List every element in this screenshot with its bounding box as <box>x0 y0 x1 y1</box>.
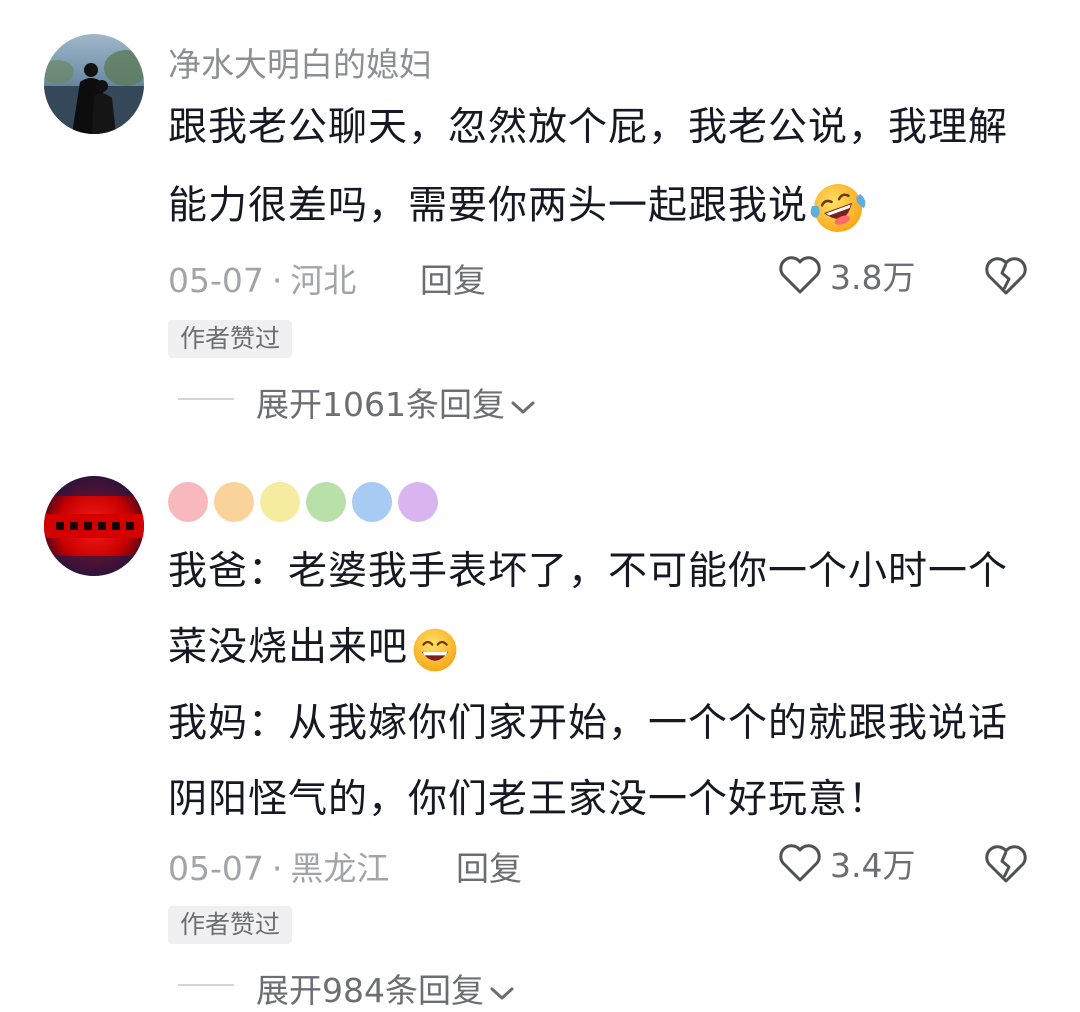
color-dot <box>260 482 300 522</box>
color-dot <box>352 482 392 522</box>
comment-text-line: 菜没烧出来吧 <box>168 624 460 675</box>
color-dot <box>306 482 346 522</box>
comment-location: 河北 <box>290 261 357 300</box>
meta-separator: · <box>271 849 283 888</box>
expand-replies-button[interactable]: 展开1061条回复 <box>256 378 537 426</box>
comment-text-line: 能力很差吗，需要你两头一起跟我说 <box>168 180 866 236</box>
comment-item: 我爸：老婆我手表坏了，不可能你一个小时一个 菜没烧出来吧 我妈：从我嫁你们家开始… <box>0 440 1080 1010</box>
like-button[interactable]: 3.8万 <box>778 252 915 298</box>
comment-date: 05-07 <box>168 849 264 888</box>
comment-meta: 05-07 · 黑龙江 <box>168 842 389 890</box>
laughing-tears-emoji-icon <box>810 184 866 232</box>
comment-item: 净水大明白的媳妇 跟我老公聊天，忽然放个屁，我老公说，我理解 能力很差吗，需要你… <box>0 0 1080 440</box>
expand-divider <box>178 984 234 986</box>
comment-location: 黑龙江 <box>290 849 390 888</box>
heart-outline-icon <box>779 256 821 294</box>
comment-date: 05-07 <box>168 261 264 300</box>
expand-replies-label: 展开1061条回复 <box>256 385 505 424</box>
comment-text-line: 跟我老公聊天，忽然放个屁，我老公说，我理解 <box>168 105 1009 150</box>
author-liked-badge: 作者赞过 <box>168 320 293 358</box>
like-button[interactable]: 3.4万 <box>778 840 915 886</box>
grinning-emoji-icon <box>413 628 457 671</box>
author-liked-badge: 作者赞过 <box>168 906 293 944</box>
color-dot <box>398 482 438 522</box>
meta-separator: · <box>271 261 283 300</box>
expand-divider <box>178 398 234 400</box>
like-count: 3.4万 <box>830 846 916 885</box>
username[interactable]: 净水大明白的媳妇 <box>168 38 432 86</box>
broken-heart-icon[interactable] <box>984 254 1028 298</box>
reply-button[interactable]: 回复 <box>420 254 486 302</box>
comment-text-segment: 菜没烧出来吧 <box>168 625 409 670</box>
comment-text-segment: 能力很差吗，需要你两头一起跟我说 <box>168 183 809 229</box>
avatar[interactable] <box>44 34 144 134</box>
color-dot <box>214 482 254 522</box>
chevron-down-icon <box>511 401 535 413</box>
like-count: 3.8万 <box>830 258 916 297</box>
broken-heart-icon[interactable] <box>984 842 1028 886</box>
expand-replies-button[interactable]: 展开984条回复 <box>256 964 516 1012</box>
reply-button[interactable]: 回复 <box>456 842 522 890</box>
comment-text-line: 阴阳怪气的，你们老王家没一个好玩意！ <box>168 777 889 822</box>
heart-outline-icon <box>779 844 821 882</box>
avatar[interactable] <box>44 476 144 576</box>
username-emoji-dots[interactable] <box>168 482 438 522</box>
comment-meta: 05-07 · 河北 <box>168 254 356 302</box>
color-dot <box>168 482 208 522</box>
comment-text-line: 我妈：从我嫁你们家开始，一个个的就跟我说话 <box>168 701 1009 746</box>
comment-text-line: 我爸：老婆我手表坏了，不可能你一个小时一个 <box>168 549 1009 594</box>
expand-replies-label: 展开984条回复 <box>256 971 484 1010</box>
